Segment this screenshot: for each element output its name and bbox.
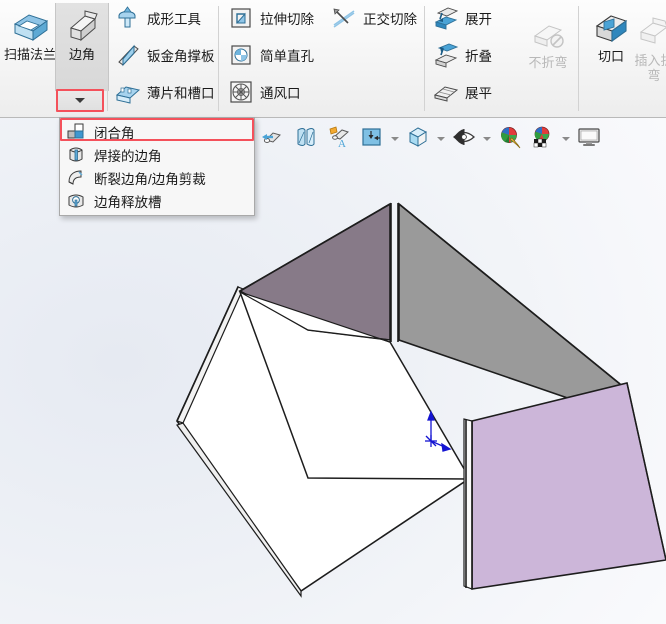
vent-icon xyxy=(227,79,255,105)
rip-button[interactable]: 切口 xyxy=(585,8,637,64)
edit-appearance-icon xyxy=(497,125,523,154)
tab-and-slot-label: 薄片和槽口 xyxy=(147,86,215,101)
section-view-button[interactable] xyxy=(289,123,322,155)
chevron-down-icon xyxy=(75,98,85,103)
corner-icon xyxy=(61,6,103,46)
svg-text:A: A xyxy=(338,138,346,149)
vent-label: 通风口 xyxy=(260,86,301,101)
welded-corner-icon xyxy=(66,145,86,164)
tab-and-slot-icon xyxy=(114,79,142,105)
simple-hole-button[interactable]: 简单直孔 xyxy=(227,42,314,68)
view-orientation-caret[interactable] xyxy=(388,123,401,155)
face-front-right-wall xyxy=(471,382,666,590)
menu-item-break-corner[interactable]: 断裂边角/边角剪裁 xyxy=(60,166,254,189)
chevron-down-icon xyxy=(436,137,445,141)
apply-scene-button[interactable] xyxy=(526,123,559,155)
swept-flange-label: 扫描法兰 xyxy=(4,47,57,62)
menu-item-corner-relief-label: 边角释放槽 xyxy=(94,194,162,210)
hide-show-items-caret[interactable] xyxy=(480,123,493,155)
forming-tool-label: 成形工具 xyxy=(147,12,201,27)
chevron-down-icon xyxy=(390,137,399,141)
ribbon-separator xyxy=(424,6,425,111)
fold-label: 折叠 xyxy=(465,49,492,64)
unfold-button[interactable]: 展开 xyxy=(432,5,492,31)
menu-item-closed-corner-label: 闭合角 xyxy=(94,125,135,141)
no-bends-button: 不折弯 xyxy=(520,14,576,70)
normal-cut-button[interactable]: 正交切除 xyxy=(330,5,417,31)
command-manager-ribbon: 扫描法兰 边角 成形工具 钣金角撑板 薄片和槽口 拉伸切除 简单直孔 通风口 正… xyxy=(0,0,666,118)
apply-scene-caret[interactable] xyxy=(559,123,572,155)
flatten-label: 展平 xyxy=(465,86,492,101)
no-bends-label: 不折弯 xyxy=(528,55,568,70)
display-style-icon xyxy=(405,125,431,154)
forming-tool-button[interactable]: 成形工具 xyxy=(114,5,201,31)
corner-dropdown-menu[interactable]: 闭合角 焊接的边角 断裂边角/边角剪裁 边角释放槽 xyxy=(59,117,255,216)
rip-label: 切口 xyxy=(597,49,624,64)
forming-tool-icon xyxy=(114,5,142,31)
flatten-icon xyxy=(432,79,460,105)
corner-button[interactable]: 边角 xyxy=(55,3,109,91)
sheet-metal-gusset-icon xyxy=(114,42,142,68)
heads-up-view-toolbar[interactable]: A xyxy=(256,120,605,158)
menu-item-welded-corner-label: 焊接的边角 xyxy=(94,148,162,164)
extruded-cut-button[interactable]: 拉伸切除 xyxy=(227,5,314,31)
display-style-button[interactable] xyxy=(401,123,434,155)
zoom-to-fit-icon xyxy=(260,125,286,154)
menu-item-break-corner-label: 断裂边角/边角剪裁 xyxy=(94,171,206,187)
swept-flange-button[interactable]: 扫描法兰 xyxy=(4,6,56,62)
zoom-to-fit-button[interactable] xyxy=(256,123,289,155)
apply-scene-icon xyxy=(530,125,556,154)
vent-button[interactable]: 通风口 xyxy=(227,79,301,105)
tab-and-slot-button[interactable]: 薄片和槽口 xyxy=(114,79,215,105)
sheet-metal-gusset-label: 钣金角撑板 xyxy=(147,49,215,64)
menu-item-welded-corner[interactable]: 焊接的边角 xyxy=(60,143,254,166)
normal-cut-icon xyxy=(330,5,358,31)
sheet-metal-gusset-button[interactable]: 钣金角撑板 xyxy=(114,42,215,68)
closed-corner-icon xyxy=(66,122,86,141)
extruded-cut-icon xyxy=(227,5,255,31)
corner-dropdown-caret[interactable] xyxy=(57,90,103,111)
view-orientation-text-button[interactable]: A xyxy=(322,123,355,155)
menu-item-corner-relief[interactable]: 边角释放槽 xyxy=(60,189,254,212)
hide-show-items-icon xyxy=(451,125,477,154)
no-bends-icon xyxy=(527,14,569,54)
normal-cut-label: 正交切除 xyxy=(363,12,417,27)
break-corner-icon xyxy=(66,168,86,187)
simple-hole-icon xyxy=(227,42,255,68)
corner-relief-icon xyxy=(66,191,86,210)
extruded-cut-label: 拉伸切除 xyxy=(260,12,314,27)
rip-icon xyxy=(590,8,632,48)
view-orientation-button[interactable] xyxy=(355,123,388,155)
unfold-label: 展开 xyxy=(465,12,492,27)
view-settings-button[interactable] xyxy=(572,123,605,155)
display-style-caret[interactable] xyxy=(434,123,447,155)
view-orientation-icon xyxy=(359,125,385,154)
insert-bends-icon xyxy=(633,12,666,52)
view-orientation-text-icon: A xyxy=(326,125,352,154)
face-back-right-wall xyxy=(398,202,621,418)
insert-bends-button: 插入折弯 xyxy=(632,12,666,83)
hide-show-items-button[interactable] xyxy=(447,123,480,155)
flatten-button[interactable]: 展平 xyxy=(432,79,492,105)
ribbon-separator xyxy=(218,6,219,111)
swept-flange-icon xyxy=(9,6,51,46)
insert-bends-label: 插入折弯 xyxy=(634,53,666,83)
fold-icon xyxy=(432,42,460,68)
solidworks-window: 扫描法兰 边角 成形工具 钣金角撑板 薄片和槽口 拉伸切除 简单直孔 通风口 正… xyxy=(0,0,666,624)
fold-button[interactable]: 折叠 xyxy=(432,42,492,68)
view-settings-icon xyxy=(576,125,602,154)
ribbon-separator xyxy=(578,6,579,111)
edit-appearance-button[interactable] xyxy=(493,123,526,155)
chevron-down-icon xyxy=(482,137,491,141)
unfold-icon xyxy=(432,5,460,31)
menu-item-closed-corner[interactable]: 闭合角 xyxy=(60,120,254,143)
section-view-icon xyxy=(293,125,319,154)
chevron-down-icon xyxy=(561,137,570,141)
simple-hole-label: 简单直孔 xyxy=(260,49,314,64)
corner-label: 边角 xyxy=(68,47,95,62)
